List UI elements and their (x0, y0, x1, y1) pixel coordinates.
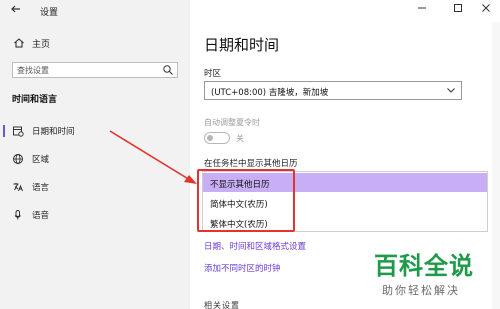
sidebar-item-label: 区域 (32, 155, 50, 165)
calendar-label: 在任务栏中显示其他日历 (204, 159, 298, 169)
annotation-highlight-box (197, 169, 295, 232)
calendar-clock-icon (13, 126, 24, 137)
dst-toggle-state: 关 (236, 134, 244, 143)
search-input[interactable] (13, 63, 159, 77)
home-icon (14, 38, 24, 48)
chevron-down-icon (447, 88, 455, 93)
microphone-icon (14, 210, 21, 220)
timezone-select[interactable]: (UTC+08:00) 吉隆坡，新加坡 (204, 81, 462, 100)
sidebar-item-label: 语音 (32, 211, 50, 221)
window-title: 设置 (40, 8, 59, 18)
timezone-label: 时区 (204, 69, 222, 79)
watermark-main-text: 百科全说 (374, 252, 474, 280)
sidebar-item-date-time[interactable]: 日期和时间 (0, 122, 190, 140)
sidebar-item-language[interactable]: 语言 (0, 178, 190, 196)
language-icon (13, 183, 23, 192)
sidebar-item-label: 日期和时间 (32, 127, 75, 137)
sidebar-item-label: 语言 (32, 183, 50, 193)
watermark-logo: 百科全说 助你轻松解决 (372, 246, 490, 302)
dst-label: 自动调整夏令时 (204, 118, 260, 127)
toggle-knob (207, 134, 213, 141)
back-button[interactable] (8, 3, 24, 19)
format-settings-link[interactable]: 日期、时间和区域格式设置 (204, 240, 306, 252)
back-arrow-icon (11, 5, 20, 13)
home-nav-item[interactable]: 主页 (12, 36, 50, 50)
globe-icon (13, 154, 23, 164)
home-label: 主页 (32, 39, 51, 50)
selection-indicator (3, 125, 5, 137)
sidebar-item-region[interactable]: 区域 (0, 150, 190, 168)
dst-toggle[interactable] (204, 132, 230, 144)
timezone-value: (UTC+08:00) 吉隆坡，新加坡 (211, 88, 329, 98)
section-title: 时间和语言 (12, 95, 58, 105)
related-settings-heading: 相关设置 (204, 301, 240, 309)
sidebar-item-speech[interactable]: 语音 (0, 206, 190, 224)
search-icon[interactable] (162, 64, 174, 76)
page-title: 日期和时间 (204, 36, 280, 54)
add-clocks-link[interactable]: 添加不同时区的时钟 (204, 262, 281, 274)
search-box[interactable] (12, 62, 178, 78)
watermark-sub-text: 助你轻松解决 (382, 284, 460, 297)
